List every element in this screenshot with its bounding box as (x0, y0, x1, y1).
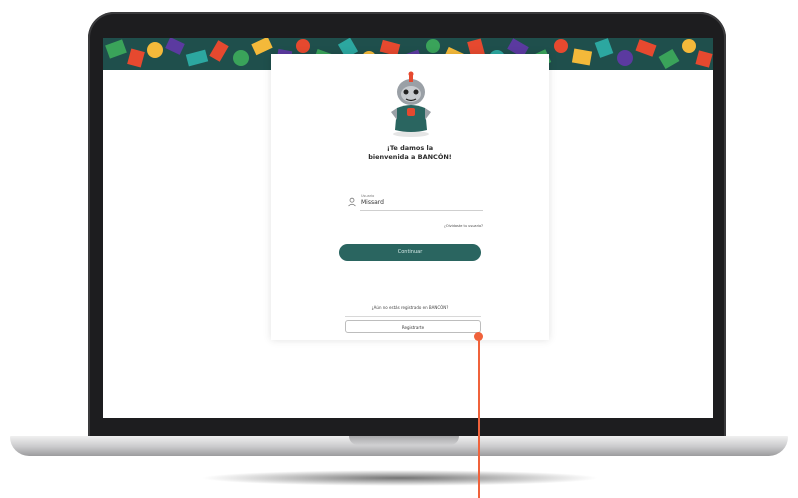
username-label: Usuario (361, 194, 375, 198)
mascot-icon (391, 71, 431, 137)
continue-button[interactable]: Continuar (339, 244, 481, 261)
login-card: ¡Te damos la bienvenida a BANCÓN! Usuari… (271, 54, 549, 340)
username-input[interactable]: Missard (361, 199, 384, 206)
user-icon (348, 197, 356, 207)
laptop-notch (349, 436, 459, 445)
laptop-shadow (200, 470, 600, 486)
laptop-screen: ¡Te damos la bienvenida a BANCÓN! Usuari… (103, 38, 713, 418)
welcome-heading: ¡Te damos la bienvenida a BANCÓN! (291, 144, 529, 162)
signup-question: ¿Aún no estás registrado en BANCÓN? (371, 305, 449, 310)
welcome-line-1: ¡Te damos la (386, 144, 434, 152)
signup-divider (345, 316, 481, 317)
username-underline (360, 210, 483, 211)
welcome-line-2: bienvenida a BANCÓN! (368, 153, 452, 161)
callout-line (477, 340, 480, 498)
forgot-username-link[interactable]: ¿Olvidaste tu usuario? (421, 224, 483, 228)
username-field[interactable]: Usuario Missard (347, 194, 483, 212)
register-button[interactable]: Registrarte (345, 320, 481, 333)
